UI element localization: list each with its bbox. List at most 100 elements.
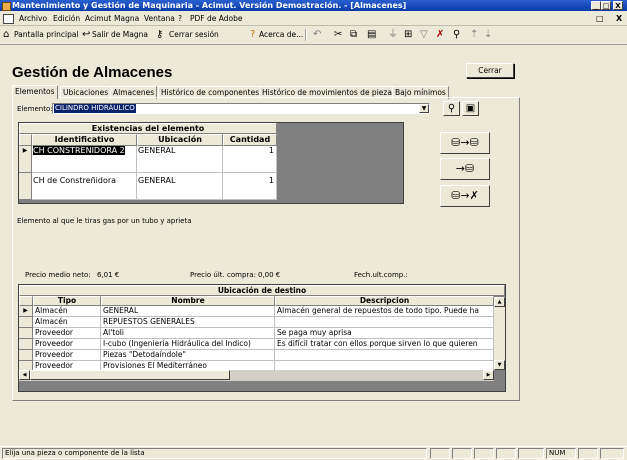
dest-desc-cell[interactable]: Es difícil tratar con ellos porque sirve… [275, 339, 494, 350]
stock-qty-cell[interactable]: 1 [223, 173, 277, 200]
mdi-close-button[interactable]: X [616, 14, 622, 23]
dest-tipo-cell[interactable]: Proveedor [33, 328, 101, 339]
paste-icon[interactable]: ▤ [367, 29, 376, 40]
chevron-down-icon[interactable]: ▼ [419, 104, 429, 113]
element-combo[interactable]: CILINDRO HIDRÁULICO ▼ [52, 103, 430, 114]
exit-icon[interactable]: ↩ [82, 29, 90, 40]
dest-desc-cell[interactable] [275, 350, 494, 361]
stock-location-cell[interactable]: GENERAL [137, 173, 223, 200]
move-stock-button[interactable]: ⛁→⛁ [440, 132, 490, 154]
dest-nombre-cell[interactable]: Al'toli [101, 328, 275, 339]
row-selector[interactable] [19, 339, 33, 350]
status-bar: Elija una pieza o componente de la lista… [0, 446, 627, 460]
copy-icon[interactable]: ⧉ [350, 29, 357, 40]
apply-filter-icon[interactable]: ▽ [420, 29, 428, 40]
avg-price-label: Precio medio neto: [25, 271, 91, 279]
properties-icon[interactable]: ▣ [462, 101, 479, 116]
find-icon[interactable]: ⚲ [453, 29, 460, 40]
status-message: Elija una pieza o componente de la lista [2, 448, 427, 459]
scroll-up-icon[interactable]: ▲ [494, 297, 505, 307]
filter-form-icon[interactable]: ⊞ [404, 29, 412, 40]
tab-elementos[interactable]: Elementos [12, 85, 58, 99]
help-icon[interactable]: ? [250, 29, 255, 40]
menu-pdf[interactable]: PDF de Adobe [190, 14, 242, 23]
row-selector[interactable] [19, 350, 33, 361]
current-row-indicator[interactable]: ▶ [19, 306, 33, 317]
filter-selection-icon[interactable]: ⏚ [388, 29, 398, 40]
remove-filter-icon[interactable]: ✗ [436, 29, 444, 40]
exit-button[interactable]: Salir de Magna [92, 30, 148, 39]
key-icon[interactable]: ⚷ [156, 29, 163, 40]
dest-nombre-cell[interactable]: Piezas "Detodaíndole" [101, 350, 275, 361]
table-row[interactable]: CH CONSTRENIDORA 2 [32, 146, 137, 173]
scroll-right-icon[interactable]: ▶ [483, 370, 494, 380]
vertical-scrollbar[interactable]: ▲ ▼ [494, 297, 505, 370]
undo-icon[interactable]: ↶ [313, 29, 321, 40]
logout-button[interactable]: Cerrar sesión [169, 30, 219, 39]
menu-help[interactable]: ? [178, 14, 182, 23]
column-header-cantidad[interactable]: Cantidad [223, 134, 277, 146]
document-icon[interactable] [3, 14, 14, 24]
menu-acimut[interactable]: Acimut [85, 14, 111, 23]
search-binoculars-icon[interactable]: ⚲ [443, 101, 460, 116]
toolbar-separator [305, 29, 307, 41]
mdi-restore-button[interactable]: □ [596, 14, 604, 23]
destination-grid-caption: Ubicación de destino [19, 285, 505, 296]
sort-descending-icon[interactable]: ⇣ [484, 29, 492, 40]
add-stock-button[interactable]: →⛁ [440, 158, 490, 180]
last-purchase-date-label: Fech.ult.comp.: [354, 271, 408, 279]
row-selector[interactable] [19, 173, 32, 200]
dest-tipo-cell[interactable]: Almacén [33, 306, 101, 317]
dest-nombre-cell[interactable]: REPUESTOS GENERALES [101, 317, 275, 328]
window-title: Mantenimiento y Gestión de Maquinaria - … [12, 1, 407, 10]
about-button[interactable]: Acerca de... [259, 30, 303, 39]
dest-nombre-cell[interactable]: GENERAL [101, 306, 275, 317]
dest-tipo-cell[interactable]: Proveedor [33, 350, 101, 361]
dest-desc-cell[interactable]: Almacén general de repuestos de todo tip… [275, 306, 494, 317]
sort-ascending-icon[interactable]: ⇡ [470, 29, 478, 40]
database-transfer-icon: ⛁→⛁ [451, 136, 479, 149]
description-text: Elemento al que le tiras gas por un tubo… [17, 217, 192, 225]
row-selector[interactable] [19, 328, 33, 339]
toolbar: ⌂ Pantalla principal ↩ Salir de Magna ⚷ … [0, 26, 627, 45]
dest-desc-cell[interactable] [275, 317, 494, 328]
maximize-button[interactable]: □ [601, 1, 611, 10]
menu-edicion[interactable]: Edición [53, 14, 80, 23]
menu-archivo[interactable]: Archivo [19, 14, 47, 23]
dest-desc-cell[interactable]: Se paga muy aprisa [275, 328, 494, 339]
menu-ventana[interactable]: Ventana [144, 14, 175, 23]
stock-id-cell: CH CONSTRENIDORA 2 [33, 146, 125, 155]
last-price-value: 0,00 € [258, 271, 281, 279]
dest-tipo-cell[interactable]: Proveedor [33, 339, 101, 350]
stock-id-cell[interactable]: CH de Constreñidora [32, 173, 137, 200]
column-header-identificativo[interactable]: Identificativo [32, 134, 137, 146]
dest-tipo-cell[interactable]: Almacén [33, 317, 101, 328]
scroll-down-icon[interactable]: ▼ [494, 360, 505, 370]
scroll-left-icon[interactable]: ◀ [19, 370, 30, 380]
column-header-ubicacion[interactable]: Ubicación [137, 134, 223, 146]
status-panel [496, 448, 516, 459]
minimize-button[interactable]: _ [591, 1, 601, 10]
close-button[interactable]: Cerrar [466, 63, 514, 78]
main-screen-button[interactable]: Pantalla principal [14, 30, 79, 39]
stock-location-cell[interactable]: GENERAL [137, 146, 223, 173]
row-selector[interactable] [19, 317, 33, 328]
stock-qty-cell[interactable]: 1 [223, 146, 277, 173]
element-value: CILINDRO HIDRÁULICO [54, 104, 136, 113]
last-price-label: Precio últ. compra: [190, 271, 256, 279]
scroll-thumb[interactable] [30, 370, 230, 380]
column-header-tipo[interactable]: Tipo [33, 296, 101, 306]
cut-icon[interactable]: ✂ [334, 29, 342, 40]
menu-magna[interactable]: Magna [114, 14, 139, 23]
status-panel [474, 448, 494, 459]
page-title: Gestión de Almacenes [12, 64, 173, 81]
horizontal-scrollbar[interactable]: ◀ ▶ [19, 370, 494, 381]
remove-stock-button[interactable]: ⛁→✗ [440, 185, 490, 207]
close-window-button[interactable]: X [613, 1, 623, 10]
column-header-descripcion[interactable]: Descripcion [275, 296, 494, 306]
home-icon[interactable]: ⌂ [3, 29, 9, 40]
dest-nombre-cell[interactable]: I-cubo (Ingeniería Hidráulica del Indico… [101, 339, 275, 350]
status-panel [452, 448, 472, 459]
column-header-nombre[interactable]: Nombre [101, 296, 275, 306]
current-row-indicator[interactable]: ▶ [19, 146, 32, 173]
